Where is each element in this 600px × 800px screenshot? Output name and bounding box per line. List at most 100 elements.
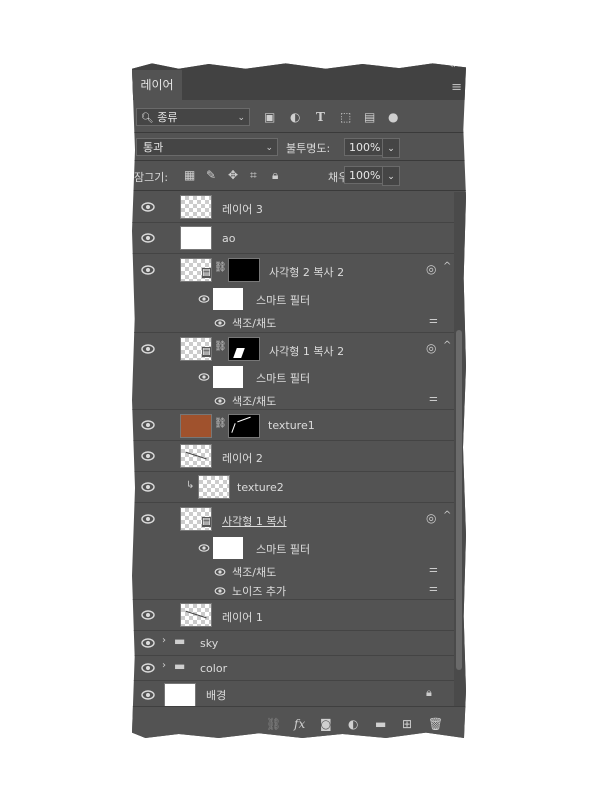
chevron-right-icon[interactable]: › [162,635,166,646]
eye-icon[interactable] [141,202,155,212]
fill-dropdown[interactable]: ⌄ [382,166,400,186]
link-icon[interactable]: ⛓ [214,341,227,352]
layer-group[interactable]: › ▬ sky [132,631,454,656]
layer-name: texture1 [268,419,315,432]
collapse-icon[interactable]: « [449,63,456,71]
fx-button[interactable]: fx [294,717,305,731]
smart-filter-label: 스마트 필터 [256,372,311,385]
layer-row[interactable]: 레이어 3 [132,192,454,223]
link-icon[interactable]: ⛓ [214,262,227,273]
layer-row[interactable]: ao [132,223,454,254]
filter-options-icon[interactable]: ⚌ [429,315,438,326]
filter-toggle-icon[interactable]: ● [388,110,398,124]
eye-icon[interactable] [214,319,226,327]
new-group-icon[interactable]: ▬ [375,717,386,731]
opacity-dropdown[interactable]: ⌄ [382,138,400,158]
layer-thumbnail [198,475,230,499]
eye-icon[interactable] [141,420,155,430]
lock-position-icon[interactable]: ✥ [228,168,238,182]
smart-filter-mask [213,288,243,310]
eye-icon[interactable] [141,663,155,673]
lock-transparent-icon[interactable]: ▦ [184,168,195,182]
lock-artboard-icon[interactable]: ⌗ [250,168,257,183]
filter-options-icon[interactable]: ⚌ [429,564,438,575]
add-mask-icon[interactable]: ◙ [320,717,332,731]
layer-group[interactable]: › ▬ color [132,656,454,681]
layer-name: 배경 [206,689,227,702]
eye-icon[interactable] [141,265,155,275]
eye-icon[interactable] [141,514,155,524]
adjustment-filter-icon[interactable]: ◐ [290,110,300,124]
type-filter-icon[interactable]: T [316,110,325,124]
chevron-down-icon: ⌄ [387,172,395,182]
eye-icon[interactable] [141,610,155,620]
scrollbar-thumb[interactable] [456,330,462,670]
smart-object-icon: ▤ [202,268,211,278]
eye-icon[interactable] [214,568,226,576]
chevron-down-icon: ⌄ [237,113,245,123]
lock-all-icon[interactable]: 🔒︎ [272,168,278,183]
mask-stroke [231,423,236,433]
link-layers-icon[interactable]: ⛓ [266,717,281,731]
search-icon: 🔍︎ [141,113,154,124]
tab-layers[interactable]: 레이어 [132,70,182,100]
layer-name: 레이어 3 [222,203,263,216]
smart-filter-mask [213,366,243,388]
new-layer-icon[interactable]: ⊞ [402,717,412,731]
layer-thumbnail [180,195,212,219]
lock-label: 잠그기: [134,171,169,184]
smart-filter-badge-icon: ◎ [426,341,437,355]
layer-name: 레이어 1 [222,611,263,624]
filter-options-icon[interactable]: ⚌ [429,583,438,594]
smart-object-layer[interactable]: ▤ 사각형 1 복사 ◎ ^ 스마트 필터 색조/채도 ⚌ 노이즈 추가 ⚌ [132,503,454,600]
layer-row[interactable]: ↳ texture2 [132,472,454,503]
trash-icon[interactable]: 🗑︎ [428,717,443,731]
eye-icon[interactable] [141,690,155,700]
collapse-effects-icon[interactable]: ^ [443,261,451,272]
layer-row[interactable]: ⛓ texture1 [132,410,454,441]
image-filter-icon[interactable]: ▣ [264,110,275,124]
eye-icon[interactable] [198,295,210,303]
mask-thumbnail[interactable] [228,258,260,282]
shape-filter-icon[interactable]: ⬚ [340,110,351,124]
thumbnail-stroke [185,610,207,619]
filter-options-icon[interactable]: ⚌ [429,393,438,404]
filter-toolbar: ▣ ◐ T ⬚ ▤ ● [264,110,404,126]
layer-name: 레이어 2 [222,452,263,465]
background-layer[interactable]: 배경 🔒︎ [132,681,454,707]
filter-kind-label: 종류 [157,111,178,124]
divider [132,132,466,133]
chevron-right-icon[interactable]: › [162,660,166,671]
adjustment-layer-icon[interactable]: ◐ [348,717,358,731]
collapse-effects-icon[interactable]: ^ [443,340,451,351]
layer-row[interactable]: 레이어 1 [132,600,454,631]
eye-icon[interactable] [141,233,155,243]
group-name: sky [200,637,219,650]
eye-icon[interactable] [198,544,210,552]
layer-name: texture2 [237,481,284,494]
layer-thumbnail [180,444,212,468]
link-icon[interactable]: ⛓ [214,418,227,429]
folder-icon: ▬ [174,634,186,648]
layer-thumbnail [180,414,212,438]
blend-mode-value: 통과 [143,141,164,154]
mask-thumbnail[interactable] [228,337,260,361]
blend-mode-select[interactable]: 통과 ⌄ [136,138,278,156]
eye-icon[interactable] [141,482,155,492]
collapse-effects-icon[interactable]: ^ [443,510,451,521]
smart-object-layer[interactable]: ▤ ⛓ 사각형 1 복사 2 ◎ ^ 스마트 필터 색조/채도 ⚌ [132,333,454,410]
layer-row[interactable]: 레이어 2 [132,441,454,472]
lock-brush-icon[interactable]: ✎ [206,168,216,182]
mask-thumbnail[interactable] [228,414,260,438]
eye-icon[interactable] [141,344,155,354]
smart-object-icon: ▤ [202,347,211,357]
panel-menu-icon[interactable]: ≡ [451,80,462,95]
eye-icon[interactable] [198,373,210,381]
smart-object-layer[interactable]: ▤ ⛓ 사각형 2 복사 2 ◎ ^ 스마트 필터 색조/채도 ⚌ [132,254,454,333]
eye-icon[interactable] [214,397,226,405]
eye-icon[interactable] [214,587,226,595]
smartobject-filter-icon[interactable]: ▤ [364,110,375,124]
eye-icon[interactable] [141,451,155,461]
eye-icon[interactable] [141,638,155,648]
filter-kind-select[interactable]: 🔍︎ 종류 ⌄ [136,108,252,126]
